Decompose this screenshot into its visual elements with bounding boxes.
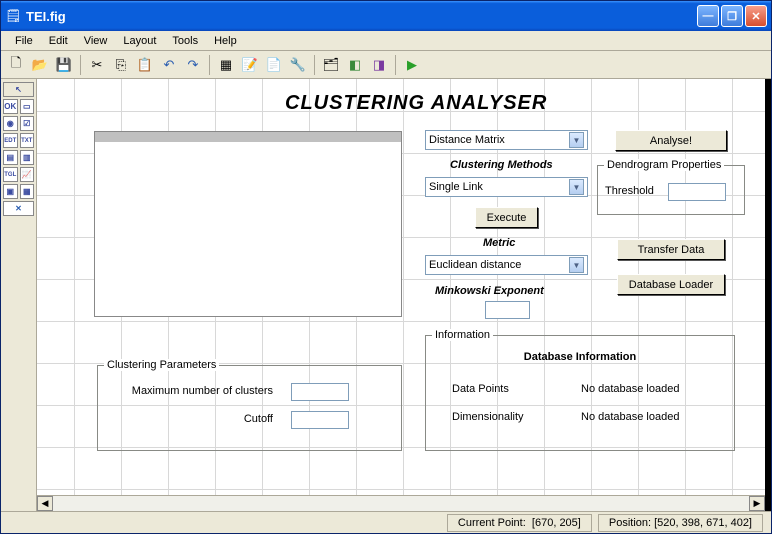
toolbar: 🗋 📂 💾 ✂ ⎘ 📋 ↶ ↷ ▦ 📝 📄 🔧 🗂 ◧ ◨ ▶: [1, 51, 771, 79]
distance-matrix-dropdown[interactable]: Distance Matrix▼: [425, 130, 588, 150]
undo-icon[interactable]: ↶: [158, 54, 180, 76]
horizontal-scrollbar[interactable]: ◀ ▶: [37, 495, 765, 511]
editor-icon[interactable]: 📝: [239, 54, 261, 76]
database-loader-button[interactable]: Database Loader: [617, 274, 725, 295]
title-bar: 🗒 TEI.fig — ❐ ✕: [1, 1, 771, 31]
dendrogram-legend: Dendrogram Properties: [604, 159, 724, 171]
redo-icon[interactable]: ↷: [182, 54, 204, 76]
dendrogram-fieldset: Dendrogram Properties Threshold: [597, 159, 745, 215]
design-canvas[interactable]: CLUSTERING ANALYSER Distance Matrix▼ Clu…: [37, 79, 771, 511]
app-icon: 🗒: [5, 8, 21, 24]
data-points-value: No database loaded: [581, 383, 679, 395]
threshold-label: Threshold: [605, 185, 654, 197]
main-heading: CLUSTERING ANALYSER: [285, 92, 547, 115]
new-icon[interactable]: 🗋: [5, 54, 27, 76]
menu-view[interactable]: View: [76, 33, 116, 49]
data-points-label: Data Points: [452, 383, 509, 395]
metric-value: Euclidean distance: [429, 259, 569, 271]
information-legend: Information: [432, 329, 493, 341]
pushbutton-tool-icon[interactable]: OK: [3, 99, 18, 114]
menu-bar: File Edit View Layout Tools Help: [1, 31, 771, 51]
select-tool-icon[interactable]: ↖: [3, 82, 34, 97]
minkowski-label: Minkowski Exponent: [435, 285, 544, 297]
clustering-method-value: Single Link: [429, 181, 569, 193]
listbox-tool-icon[interactable]: ▥: [20, 150, 35, 165]
database-info-title: Database Information: [426, 351, 734, 363]
maximize-button[interactable]: ❐: [721, 5, 743, 27]
palette2-icon[interactable]: ◨: [368, 54, 390, 76]
current-point-box: Current Point: [670, 205]: [447, 514, 592, 532]
cut-icon[interactable]: ✂: [86, 54, 108, 76]
text-tool-icon[interactable]: TXT: [20, 133, 35, 148]
panel-tool-icon[interactable]: ▣: [3, 184, 18, 199]
axes-tool-icon[interactable]: 📈: [20, 167, 35, 182]
toggle-tool-icon[interactable]: TGL: [3, 167, 18, 182]
mfile-icon[interactable]: 📄: [263, 54, 285, 76]
menu-tools[interactable]: Tools: [164, 33, 206, 49]
activex-tool-icon[interactable]: ✕: [3, 201, 34, 216]
execute-button[interactable]: Execute: [475, 207, 538, 228]
analyse-button[interactable]: Analyse!: [615, 130, 727, 151]
open-icon[interactable]: 📂: [29, 54, 51, 76]
max-clusters-input[interactable]: [291, 383, 349, 401]
chevron-down-icon: ▼: [569, 132, 584, 148]
popup-tool-icon[interactable]: ▤: [3, 150, 18, 165]
minkowski-input[interactable]: [485, 301, 530, 319]
align-icon[interactable]: ▦: [215, 54, 237, 76]
threshold-input[interactable]: [668, 183, 726, 201]
status-bar: Current Point: [670, 205] Position: [520…: [1, 511, 771, 533]
browser-icon[interactable]: 🗂: [320, 54, 342, 76]
tool-palette: ↖ OK▭ ◉☑ EDTTXT ▤▥ TGL📈 ▣▦ ✕: [1, 79, 37, 511]
information-fieldset: Information Database Information Data Po…: [425, 329, 735, 451]
menu-layout[interactable]: Layout: [115, 33, 164, 49]
clustering-method-dropdown[interactable]: Single Link▼: [425, 177, 588, 197]
save-icon[interactable]: 💾: [53, 54, 75, 76]
minimize-button[interactable]: —: [697, 5, 719, 27]
copy-icon[interactable]: ⎘: [110, 54, 132, 76]
run-icon[interactable]: ▶: [401, 54, 423, 76]
dimensionality-value: No database loaded: [581, 411, 679, 423]
window-title: TEI.fig: [26, 9, 697, 24]
edit-tool-icon[interactable]: EDT: [3, 133, 18, 148]
max-clusters-label: Maximum number of clusters: [108, 385, 273, 397]
clustering-params-fieldset: Clustering Parameters Maximum number of …: [97, 359, 402, 451]
clustering-methods-label: Clustering Methods: [450, 159, 553, 171]
plot-axes[interactable]: [94, 131, 402, 317]
chevron-down-icon: ▼: [569, 257, 584, 273]
dimensionality-label: Dimensionality: [452, 411, 524, 423]
metric-label: Metric: [483, 237, 515, 249]
checkbox-tool-icon[interactable]: ☑: [20, 116, 35, 131]
menu-edit[interactable]: Edit: [41, 33, 76, 49]
distance-matrix-value: Distance Matrix: [429, 134, 569, 146]
metric-dropdown[interactable]: Euclidean distance▼: [425, 255, 588, 275]
cutoff-input[interactable]: [291, 411, 349, 429]
palette1-icon[interactable]: ◧: [344, 54, 366, 76]
slider-tool-icon[interactable]: ▭: [20, 99, 35, 114]
chevron-down-icon: ▼: [569, 179, 584, 195]
menu-file[interactable]: File: [7, 33, 41, 49]
clustering-params-legend: Clustering Parameters: [104, 359, 219, 371]
radio-tool-icon[interactable]: ◉: [3, 116, 18, 131]
scroll-right-icon[interactable]: ▶: [749, 496, 765, 511]
transfer-data-button[interactable]: Transfer Data: [617, 239, 725, 260]
property-icon[interactable]: 🔧: [287, 54, 309, 76]
paste-icon[interactable]: 📋: [134, 54, 156, 76]
menu-help[interactable]: Help: [206, 33, 245, 49]
cutoff-label: Cutoff: [108, 413, 273, 425]
close-button[interactable]: ✕: [745, 5, 767, 27]
scroll-left-icon[interactable]: ◀: [37, 496, 53, 511]
position-box: Position: [520, 398, 671, 402]: [598, 514, 763, 532]
canvas-right-edge: [765, 79, 771, 511]
buttongroup-tool-icon[interactable]: ▦: [20, 184, 35, 199]
